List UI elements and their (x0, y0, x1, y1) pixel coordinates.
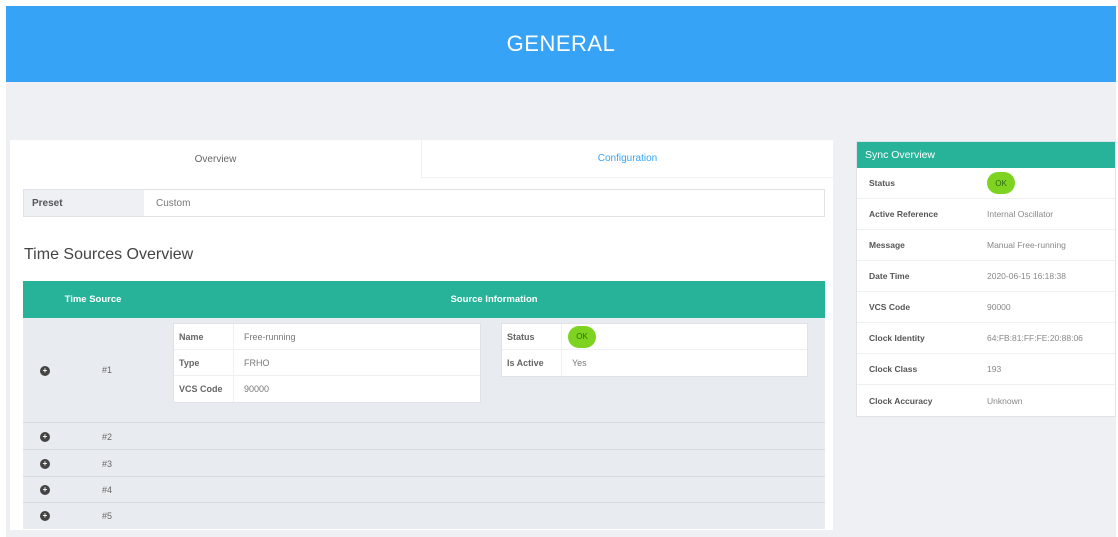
sync-key: Status (869, 178, 895, 188)
time-sources-title: Time Sources Overview (24, 246, 194, 263)
sync-key: Clock Identity (869, 333, 925, 343)
status-badge: OK (987, 172, 1015, 194)
sync-row: Status OK (857, 168, 1115, 199)
sync-row: VCS Code 90000 (857, 292, 1115, 323)
tab-bar: Overview Configuration (10, 140, 833, 178)
sync-row: Clock Class 193 (857, 354, 1115, 385)
detail-row: Type FRHO (174, 350, 480, 376)
source-status-card: Status OK Is Active Yes (501, 323, 808, 377)
table-row[interactable]: + #3 (23, 451, 825, 477)
plus-circle-icon[interactable]: + (40, 485, 50, 495)
table-header: Time Source Source Information (23, 281, 825, 318)
column-source-information: Source Information (450, 294, 538, 305)
time-source-index: #1 (102, 365, 113, 375)
source-details-card: Name Free-running Type FRHO VCS Code 900… (173, 323, 481, 403)
sync-value: 2020-06-15 16:18:38 (987, 271, 1066, 281)
status-key: Is Active (502, 350, 562, 376)
time-source-index: #5 (102, 511, 113, 521)
sync-row: Active Reference Internal Oscillator (857, 199, 1115, 230)
sync-key: Active Reference (869, 209, 938, 219)
sync-value: 90000 (987, 302, 1011, 312)
sync-value: Internal Oscillator (987, 209, 1054, 219)
sync-key: Date Time (869, 271, 910, 281)
detail-value: Free-running (244, 331, 296, 342)
sync-key: Message (869, 240, 905, 250)
sync-row: Message Manual Free-running (857, 230, 1115, 261)
sync-value: 64:FB:81:FF:FE:20:88:06 (987, 333, 1083, 343)
time-source-index: #4 (102, 485, 113, 495)
sync-overview-title: Sync Overview (857, 142, 1115, 168)
preset-value[interactable]: Custom (144, 190, 824, 216)
status-row: Status OK (502, 324, 807, 350)
sync-value: 193 (987, 364, 1002, 374)
app-header: GENERAL (6, 6, 1116, 82)
status-row: Is Active Yes (502, 350, 807, 376)
table-row: + #1 Name Free-running Type FRHO VCS Cod… (23, 318, 825, 423)
detail-row: Name Free-running (174, 324, 480, 350)
sync-value: Manual Free-running (987, 240, 1066, 250)
tab-configuration[interactable]: Configuration (421, 140, 833, 178)
preset-label: Preset (24, 190, 144, 216)
preset-field: Preset Custom (23, 189, 825, 217)
sync-overview-panel: Sync Overview Status OK Active Reference… (856, 141, 1116, 417)
status-key: Status (502, 324, 562, 349)
sync-row: Clock Accuracy Unknown (857, 385, 1115, 416)
detail-value: FRHO (244, 357, 270, 368)
detail-key: VCS Code (174, 376, 234, 402)
column-time-source: Time Source (64, 294, 122, 305)
plus-circle-icon[interactable]: + (40, 432, 50, 442)
detail-key: Type (174, 350, 234, 375)
time-source-index: #2 (102, 432, 113, 442)
sync-value: Unknown (987, 395, 1023, 406)
time-source-index: #3 (102, 459, 113, 469)
plus-circle-icon[interactable]: + (40, 511, 50, 521)
status-value: Yes (572, 358, 587, 368)
table-row[interactable]: + #5 (23, 503, 825, 529)
sync-key: Clock Accuracy (869, 395, 933, 406)
detail-key: Name (174, 324, 234, 349)
detail-value: 90000 (244, 384, 270, 394)
plus-circle-icon[interactable]: + (40, 459, 50, 469)
tab-overview[interactable]: Overview (10, 140, 421, 178)
time-sources-table: Time Source Source Information + #1 Name… (23, 281, 825, 529)
status-badge: OK (568, 325, 596, 348)
sync-row: Clock Identity 64:FB:81:FF:FE:20:88:06 (857, 323, 1115, 354)
table-row[interactable]: + #4 (23, 477, 825, 503)
detail-row: VCS Code 90000 (174, 376, 480, 402)
table-row[interactable]: + #2 (23, 424, 825, 450)
plus-circle-icon[interactable]: + (40, 366, 50, 376)
sync-row: Date Time 2020-06-15 16:18:38 (857, 261, 1115, 292)
sync-key: Clock Class (869, 364, 918, 374)
sync-key: VCS Code (869, 302, 911, 312)
page-title: GENERAL (506, 31, 616, 56)
